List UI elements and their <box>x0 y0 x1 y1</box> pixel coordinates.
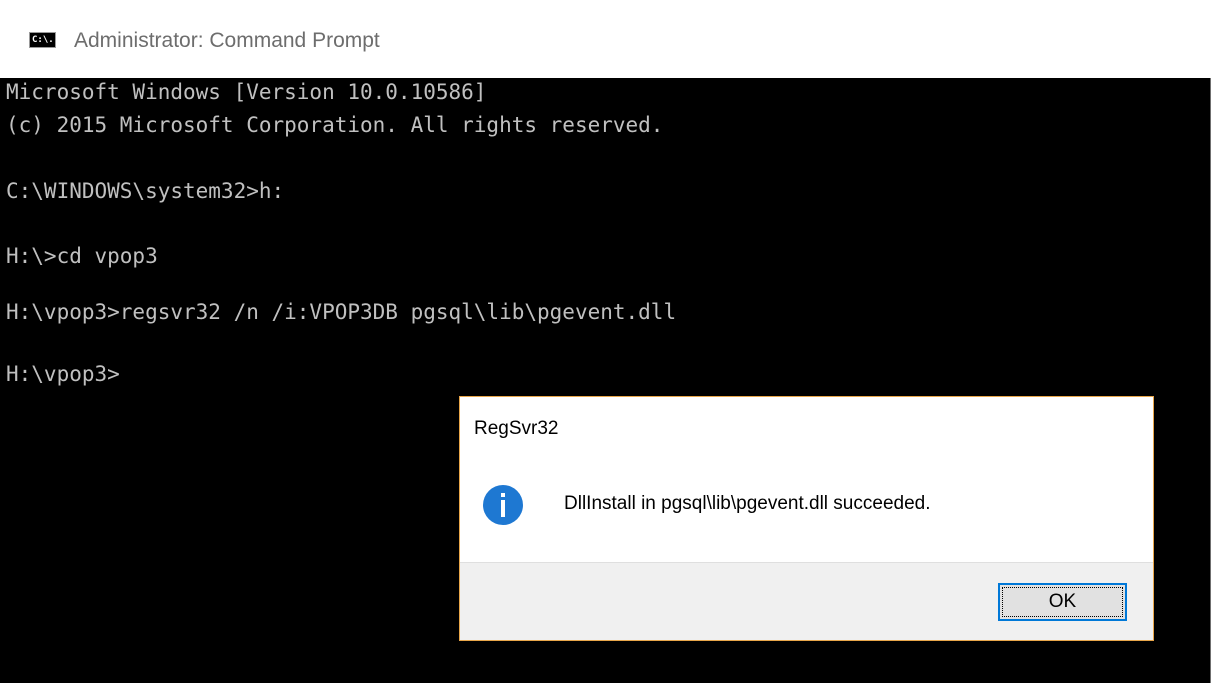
console-line: C:\WINDOWS\system32>h: <box>6 179 285 203</box>
ok-button-label: OK <box>1048 591 1077 612</box>
console-line: Microsoft Windows [Version 10.0.10586] <box>6 80 487 104</box>
info-icon <box>483 485 523 525</box>
dialog-title: RegSvr32 <box>474 418 559 439</box>
console-line: H:\>cd vpop3 <box>6 244 158 268</box>
console-prompt-line: H:\vpop3> <box>6 362 120 386</box>
cmd-icon: C:\. <box>29 32 56 48</box>
command-prompt-window: C:\. Administrator: Command Prompt Micro… <box>0 0 1211 683</box>
dialog-message: DllInstall in pgsql\lib\pgevent.dll succ… <box>564 493 931 514</box>
title-bar[interactable]: C:\. Administrator: Command Prompt <box>0 0 1211 78</box>
window-title: Administrator: Command Prompt <box>74 29 380 52</box>
regsvr32-dialog: RegSvr32 DllInstall in pgsql\lib\pgevent… <box>459 396 1154 641</box>
console-line: H:\vpop3>regsvr32 /n /i:VPOP3DB pgsql\li… <box>6 300 677 324</box>
ok-button[interactable]: OK <box>998 583 1127 621</box>
dialog-button-bar: OK <box>460 562 1153 640</box>
console-line: (c) 2015 Microsoft Corporation. All righ… <box>6 113 664 137</box>
